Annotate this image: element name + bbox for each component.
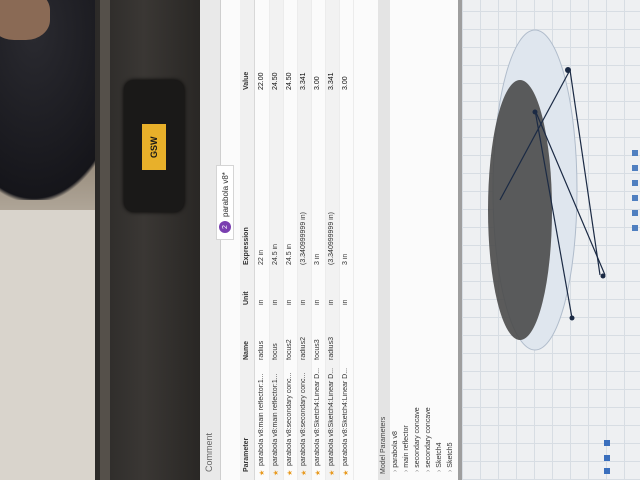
view-icon[interactable] [632,225,638,231]
sketch-point[interactable] [532,109,538,115]
sketch-point[interactable] [569,315,575,321]
view-icon[interactable] [632,180,638,186]
timeline-icon[interactable] [604,468,610,474]
view-icon[interactable] [632,165,638,171]
monitor-bezel [95,0,217,480]
view-cube-icons [632,150,638,231]
webcam-logo: GSW [142,124,166,170]
reflector-shadow [488,80,552,340]
sketch-point[interactable] [565,67,571,73]
timeline-icon[interactable] [604,440,610,446]
shelf [0,210,105,480]
sketch-point[interactable] [600,273,606,279]
view-icon[interactable] [632,195,638,201]
monitor-screen: Comment 2 parabola v8* Parameter Name Un… [200,0,640,480]
model-viewport[interactable] [200,0,640,480]
person-face [0,0,50,40]
timeline-icon[interactable] [604,455,610,461]
timeline-icons [604,440,610,474]
view-icon[interactable] [632,150,638,156]
view-icon[interactable] [632,210,638,216]
monitor-edge [100,0,110,480]
